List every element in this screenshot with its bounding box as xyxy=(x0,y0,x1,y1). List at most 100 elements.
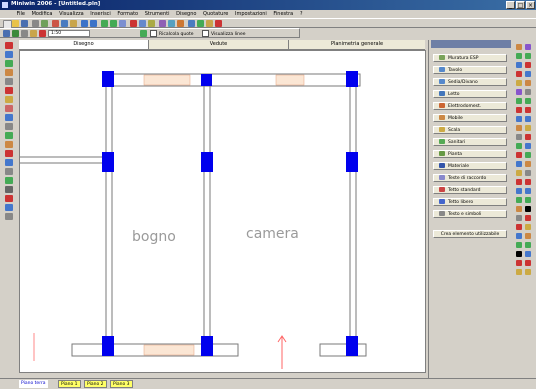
color-icon[interactable] xyxy=(39,30,46,37)
view-tool-icon[interactable] xyxy=(525,71,531,77)
view-tool-icon[interactable] xyxy=(516,107,522,113)
top-window-frame[interactable] xyxy=(143,74,191,86)
object-button[interactable]: Sanitari xyxy=(433,138,507,146)
object-button[interactable]: Sedia/Divano xyxy=(433,78,507,86)
view-tool-icon[interactable] xyxy=(516,143,522,149)
wall-icon[interactable] xyxy=(12,30,19,37)
grid-icon[interactable] xyxy=(130,20,137,27)
door-marker[interactable] xyxy=(346,152,358,172)
view-tool-icon[interactable] xyxy=(525,44,531,50)
snap-icon[interactable] xyxy=(140,30,147,37)
drawing-tool-icon[interactable] xyxy=(5,123,13,130)
object-button[interactable]: Tetto libero xyxy=(433,198,507,206)
menu-quotature[interactable]: Quotature xyxy=(203,11,228,17)
undo-icon[interactable] xyxy=(81,20,88,27)
room-label-bedroom[interactable]: camera xyxy=(246,226,299,242)
view-tool-icon[interactable] xyxy=(516,62,522,68)
menu-formato[interactable]: Formato xyxy=(117,11,138,17)
floor-tab-1[interactable]: Piano 1 xyxy=(58,380,81,388)
view-tool-icon[interactable] xyxy=(516,188,522,194)
view-tool-icon[interactable] xyxy=(516,251,522,257)
view-tool-icon[interactable] xyxy=(516,161,522,167)
view-tool-icon[interactable] xyxy=(525,197,531,203)
menu-help[interactable]: ? xyxy=(300,11,303,17)
view-tool-icon[interactable] xyxy=(525,233,531,239)
maximize-button[interactable]: □ xyxy=(516,1,525,9)
view-tool-icon[interactable] xyxy=(516,170,522,176)
view-tool-icon[interactable] xyxy=(516,260,522,266)
cut-icon[interactable] xyxy=(52,20,59,27)
left-wall[interactable] xyxy=(105,85,113,349)
tab-drawing[interactable]: Disegno xyxy=(19,40,149,49)
redo-icon[interactable] xyxy=(90,20,97,27)
view-tool-icon[interactable] xyxy=(525,215,531,221)
view-tool-icon[interactable] xyxy=(525,179,531,185)
drawing-tool-icon[interactable] xyxy=(5,42,13,49)
view-tool-icon[interactable] xyxy=(516,89,522,95)
window-marker[interactable] xyxy=(102,71,114,87)
light-icon[interactable] xyxy=(177,20,184,27)
view-tool-icon[interactable] xyxy=(525,269,531,275)
menu-inserisci[interactable]: Inserisci xyxy=(90,11,111,17)
tab-site-plan[interactable]: Planimetria generale xyxy=(289,40,425,49)
scale-field[interactable]: 1:50 xyxy=(48,30,90,37)
view-tool-icon[interactable] xyxy=(516,116,522,122)
view-tool-icon[interactable] xyxy=(525,260,531,266)
view-tool-icon[interactable] xyxy=(525,107,531,113)
view-tool-icon[interactable] xyxy=(525,161,531,167)
paste-icon[interactable] xyxy=(70,20,77,27)
object-button[interactable]: Testo e simboli xyxy=(433,210,507,218)
floor-tab-ground[interactable]: Piano terra xyxy=(19,380,48,388)
view-tool-icon[interactable] xyxy=(525,251,531,257)
drawing-tool-icon[interactable] xyxy=(5,195,13,202)
minimize-button[interactable]: _ xyxy=(506,1,515,9)
window-marker[interactable] xyxy=(201,74,212,86)
open-folder-icon[interactable] xyxy=(12,20,19,27)
zoom-window-icon[interactable] xyxy=(119,20,126,27)
drawing-tool-icon[interactable] xyxy=(5,114,13,121)
3d-view-icon[interactable] xyxy=(159,20,166,27)
drawing-tool-icon[interactable] xyxy=(5,159,13,166)
bottom-wall-right[interactable] xyxy=(319,343,367,357)
bottom-window-frame[interactable] xyxy=(143,344,195,356)
select-icon[interactable] xyxy=(3,30,10,37)
view-tool-icon[interactable] xyxy=(525,170,531,176)
view-tool-icon[interactable] xyxy=(516,197,522,203)
view-tool-icon[interactable] xyxy=(516,215,522,221)
view-tool-icon[interactable] xyxy=(516,152,522,158)
view-tool-icon[interactable] xyxy=(525,53,531,59)
view-tool-icon[interactable] xyxy=(516,206,522,212)
view-tool-icon[interactable] xyxy=(525,134,531,140)
view-tool-icon[interactable] xyxy=(525,62,531,68)
view-tool-icon[interactable] xyxy=(525,242,531,248)
create-usable-element-button[interactable]: Crea elemento utilizzabile xyxy=(433,230,507,238)
drawing-tool-icon[interactable] xyxy=(5,132,13,139)
middle-wall[interactable] xyxy=(203,85,211,349)
door-marker[interactable] xyxy=(201,152,213,172)
zoom-in-icon[interactable] xyxy=(101,20,108,27)
view-tool-icon[interactable] xyxy=(525,125,531,131)
camera-icon[interactable] xyxy=(188,20,195,27)
drawing-tool-icon[interactable] xyxy=(5,141,13,148)
view-tool-icon[interactable] xyxy=(525,116,531,122)
view-tool-icon[interactable] xyxy=(516,179,522,185)
view-tool-icon[interactable] xyxy=(525,188,531,194)
window-marker[interactable] xyxy=(346,71,358,87)
drawing-tool-icon[interactable] xyxy=(5,60,13,67)
drawing-tool-icon[interactable] xyxy=(5,186,13,193)
layers-icon[interactable] xyxy=(139,20,146,27)
drawing-tool-icon[interactable] xyxy=(5,96,13,103)
menu-visualizza[interactable]: Visualizza xyxy=(59,11,84,17)
render-icon[interactable] xyxy=(148,20,155,27)
object-button[interactable]: Teste di raccordo xyxy=(433,174,507,182)
window-marker[interactable] xyxy=(201,336,213,356)
window-marker[interactable] xyxy=(102,336,114,356)
object-button[interactable]: Scala xyxy=(433,126,507,134)
object-button[interactable]: Mobile xyxy=(433,114,507,122)
view-tool-icon[interactable] xyxy=(525,152,531,158)
view-tool-icon[interactable] xyxy=(516,80,522,86)
drawing-tool-icon[interactable] xyxy=(5,78,13,85)
copy-icon[interactable] xyxy=(61,20,68,27)
save-icon[interactable] xyxy=(21,20,28,27)
view-tool-icon[interactable] xyxy=(516,269,522,275)
